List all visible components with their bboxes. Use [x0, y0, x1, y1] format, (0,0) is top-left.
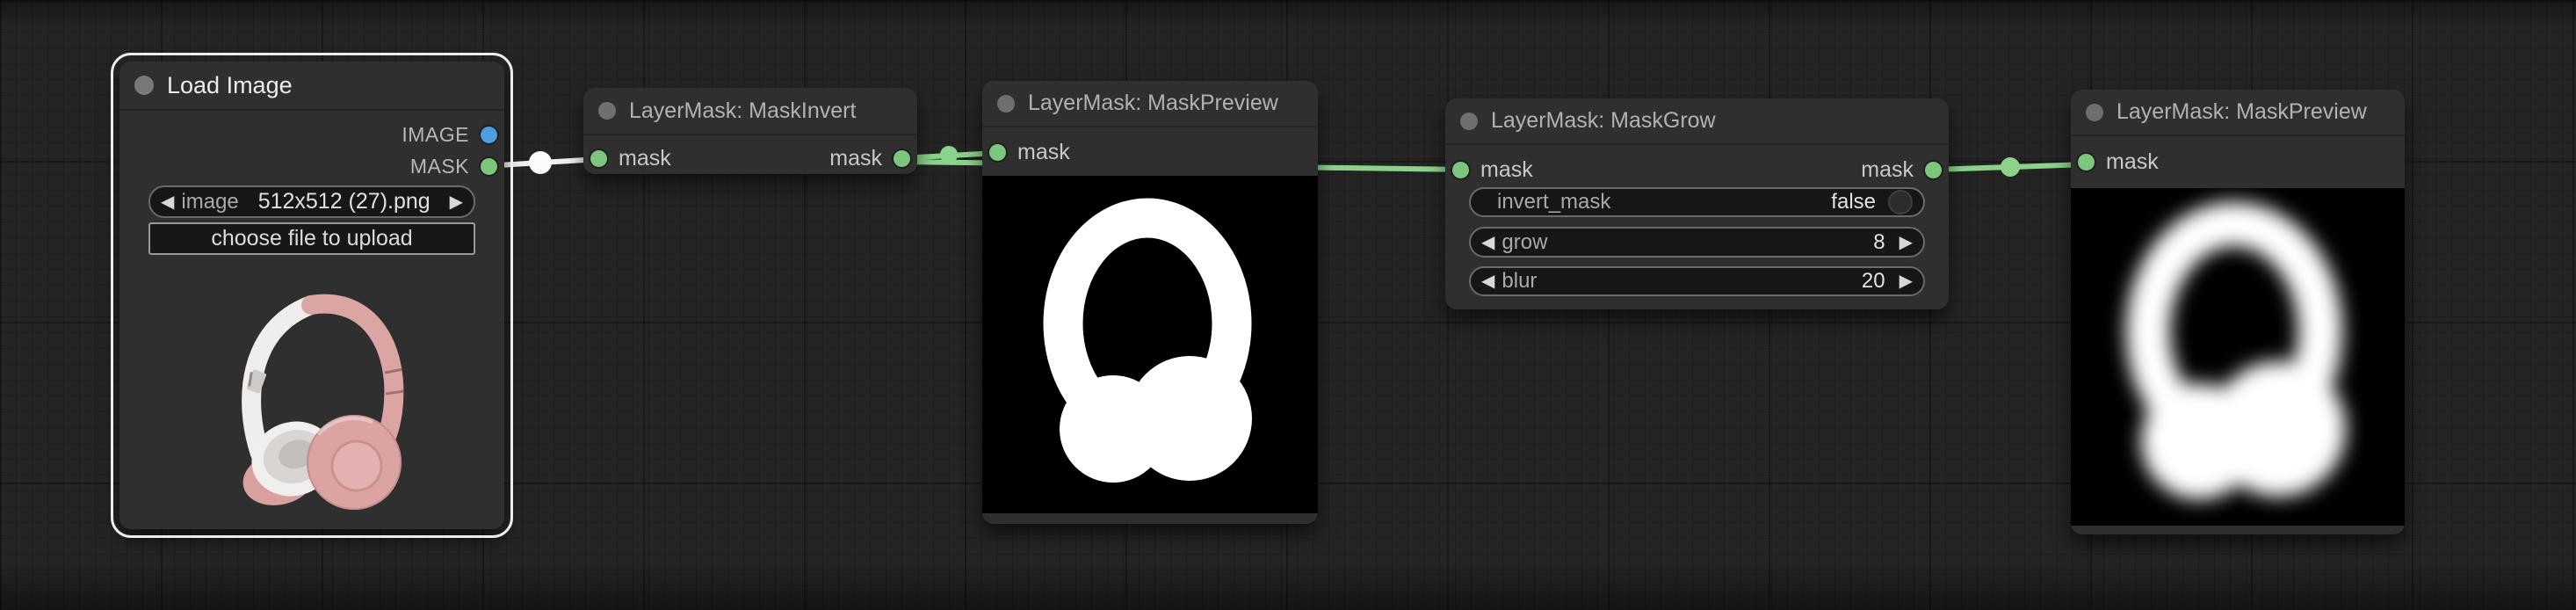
node-titlebar[interactable]: LayerMask: MaskPreview	[982, 81, 1318, 127]
node-graph-canvas[interactable]: Load Image IMAGE MASK ◀ image 512x512 (2…	[0, 0, 2576, 610]
mask-input-socket[interactable]	[1452, 161, 1469, 178]
output-slot-mask[interactable]: mask	[1861, 156, 1942, 183]
widget-value: false	[1831, 190, 1876, 214]
widget-value: 20	[1861, 269, 1885, 293]
collapse-dot[interactable]	[2086, 103, 2103, 121]
input-label: mask	[619, 145, 671, 171]
grow-number-widget[interactable]: ◀ grow 8 ▶	[1469, 227, 1925, 258]
toggle-knob[interactable]	[1888, 190, 1913, 214]
combo-next-arrow-icon[interactable]: ▶	[450, 193, 463, 211]
collapse-dot[interactable]	[598, 102, 616, 120]
widget-label: invert_mask	[1497, 190, 1611, 214]
collapse-dot[interactable]	[134, 76, 154, 95]
widget-value: 8	[1873, 229, 1885, 254]
node-titlebar[interactable]: LayerMask: MaskPreview	[2071, 90, 2405, 136]
node-load-image[interactable]: Load Image IMAGE MASK ◀ image 512x512 (2…	[111, 53, 513, 538]
node-mask-invert[interactable]: LayerMask: MaskInvert mask mask	[583, 88, 917, 174]
node-mask-preview-2[interactable]: LayerMask: MaskPreview mask	[2071, 90, 2405, 534]
output-label: mask	[829, 145, 882, 171]
input-label: mask	[1480, 156, 1533, 182]
input-slot-mask[interactable]: mask	[590, 145, 671, 171]
node-mask-grow[interactable]: LayerMask: MaskGrow mask mask invert_mas…	[1445, 98, 1949, 309]
input-label: mask	[1017, 139, 1070, 164]
output-label: IMAGE	[402, 122, 469, 146]
combo-label: image	[181, 189, 239, 214]
choose-file-button[interactable]: choose file to upload	[148, 222, 475, 255]
node-title: LayerMask: MaskGrow	[1491, 108, 1716, 133]
mask-output-socket[interactable]	[894, 149, 910, 167]
node-title: Load Image	[167, 71, 293, 98]
node-titlebar[interactable]: LayerMask: MaskInvert	[583, 88, 917, 135]
node-mask-preview-1[interactable]: LayerMask: MaskPreview mask	[982, 81, 1318, 524]
node-title: LayerMask: MaskPreview	[1028, 91, 1278, 115]
mask-output-socket[interactable]	[1925, 161, 1942, 178]
output-label: mask	[1861, 156, 1914, 182]
output-slot-mask[interactable]: MASK	[410, 153, 497, 179]
input-label: mask	[2106, 149, 2159, 174]
node-title: LayerMask: MaskInvert	[629, 98, 857, 123]
mask-input-socket[interactable]	[2078, 153, 2095, 171]
input-slot-mask[interactable]: mask	[1452, 156, 1533, 183]
collapse-dot[interactable]	[997, 94, 1015, 113]
decrement-arrow-icon[interactable]: ◀	[1481, 272, 1494, 290]
input-slot-mask[interactable]: mask	[2078, 149, 2159, 175]
invert-mask-toggle[interactable]: invert_mask false	[1469, 187, 1925, 217]
combo-value: 512x512 (27).png	[257, 189, 431, 214]
increment-arrow-icon[interactable]: ▶	[1899, 234, 1913, 251]
widget-label: blur	[1501, 269, 1538, 293]
decrement-arrow-icon[interactable]: ◀	[1481, 234, 1494, 251]
widget-label: grow	[1501, 229, 1548, 254]
input-slot-mask[interactable]: mask	[989, 139, 1070, 165]
link-midpoint-dot[interactable]	[2001, 157, 2020, 177]
node-titlebar[interactable]: LayerMask: MaskGrow	[1445, 98, 1949, 145]
loaded-image-preview	[146, 262, 478, 519]
mask-input-socket[interactable]	[590, 149, 607, 167]
mask-output-socket[interactable]	[481, 157, 497, 175]
image-filename-combo[interactable]: ◀ image 512x512 (27).png ▶	[148, 185, 475, 218]
combo-prev-arrow-icon[interactable]: ◀	[161, 193, 174, 211]
increment-arrow-icon[interactable]: ▶	[1899, 272, 1913, 290]
collapse-dot[interactable]	[1460, 112, 1478, 130]
mask-input-socket[interactable]	[989, 143, 1006, 161]
output-slot-image[interactable]: IMAGE	[402, 121, 497, 148]
mask-preview-image-blurred	[2071, 188, 2405, 526]
node-title: LayerMask: MaskPreview	[2117, 99, 2367, 124]
image-output-socket[interactable]	[481, 126, 497, 143]
output-slot-mask[interactable]: mask	[829, 145, 910, 171]
node-titlebar[interactable]: Load Image	[119, 62, 504, 111]
mask-preview-image	[982, 176, 1318, 513]
link-midpoint-dot[interactable]	[529, 151, 552, 174]
blur-number-widget[interactable]: ◀ blur 20 ▶	[1469, 266, 1925, 296]
output-label: MASK	[409, 154, 469, 178]
